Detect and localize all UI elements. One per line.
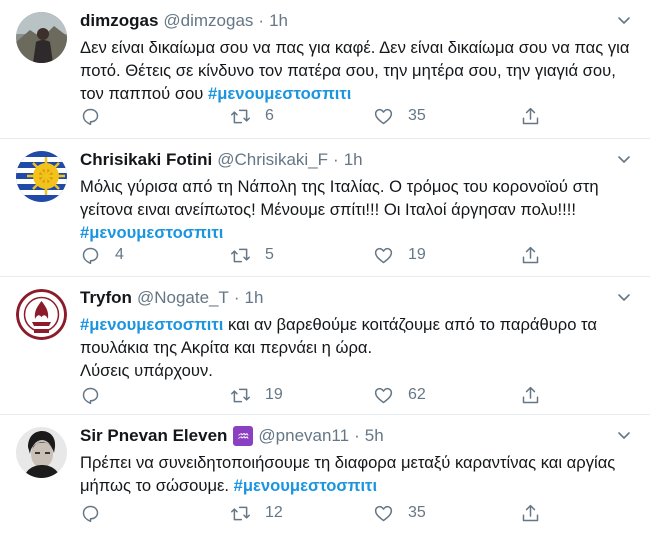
timestamp[interactable]: 1h (245, 288, 264, 308)
hashtag-link[interactable]: #μενουμεστοσπιτι (234, 476, 377, 495)
author-handle[interactable]: @Chrisikaki_F (217, 150, 328, 170)
tweet-actions: 19 62 (80, 383, 634, 407)
retweet-icon (231, 506, 250, 520)
share-button[interactable] (520, 385, 541, 406)
avatar[interactable] (16, 289, 67, 340)
share-button[interactable] (520, 106, 541, 127)
retweet-icon (231, 109, 250, 123)
tweet-text: Πρέπει να συνειδητοποιήσουμε τη διαφορα … (80, 451, 634, 497)
tweet-text: Δεν είναι δικαίωμα σου να πας για καφέ. … (80, 36, 634, 105)
retweet-count: 5 (265, 246, 274, 263)
like-button[interactable]: 19 (373, 245, 426, 266)
aquarius-emoji-icon: ♒ (233, 426, 254, 446)
hashtag-link[interactable]: #μενουμεστοσπιτι (80, 223, 223, 242)
retweet-button[interactable]: 12 (230, 503, 283, 524)
tweet-text-part: Μόλις γύρισα από τη Νάπολη της Ιταλίας. … (80, 177, 599, 219)
retweet-button[interactable]: 19 (230, 385, 283, 406)
share-icon (522, 504, 539, 521)
reply-icon (82, 108, 99, 125)
author-name[interactable]: Tryfon (80, 288, 132, 308)
like-button[interactable]: 35 (373, 106, 426, 127)
retweet-button[interactable]: 5 (230, 245, 274, 266)
timestamp[interactable]: 1h (269, 11, 288, 31)
tweet-text: #μενουμεστοσπιτι και αν βαρεθούμε κοιτάζ… (80, 313, 634, 382)
like-button[interactable]: 35 (373, 503, 426, 524)
share-button[interactable] (520, 245, 541, 266)
tweet-text: Μόλις γύρισα από τη Νάπολη της Ιταλίας. … (80, 175, 634, 244)
separator-dot: · (354, 426, 360, 445)
tweet-actions: 12 35 (80, 501, 634, 525)
like-count: 35 (408, 504, 426, 521)
timestamp[interactable]: 5h (365, 426, 384, 446)
heart-icon (374, 108, 393, 124)
avatar[interactable] (16, 427, 67, 478)
retweet-icon (231, 388, 250, 402)
heart-icon (374, 387, 393, 403)
tweet[interactable]: Chrisikaki Fotini @Chrisikaki_F · 1h Μόλ… (0, 139, 650, 277)
author-name[interactable]: dimzogas (80, 11, 158, 31)
author-name[interactable]: Sir Pnevan Eleven (80, 426, 227, 446)
like-count: 19 (408, 246, 426, 263)
retweet-button[interactable]: 6 (230, 106, 274, 127)
share-icon (522, 246, 539, 263)
tweet-text-part: Δεν είναι δικαίωμα σου να πας για καφέ. … (80, 38, 630, 103)
like-count: 62 (408, 386, 426, 403)
reply-button[interactable] (80, 385, 115, 406)
separator-dot: · (333, 150, 339, 169)
retweet-count: 19 (265, 386, 283, 403)
author-handle[interactable]: @pnevan11 (258, 426, 349, 446)
tweet-actions: 6 35 (80, 104, 634, 128)
tweet[interactable]: Sir Pnevan Eleven ♒ @pnevan11 · 5h Πρέπε… (0, 415, 650, 534)
reply-button[interactable] (80, 106, 115, 127)
tweet-actions: 4 5 19 (80, 243, 634, 267)
retweet-count: 12 (265, 504, 283, 521)
chevron-down-icon[interactable] (616, 289, 632, 305)
chevron-down-icon[interactable] (616, 151, 632, 167)
like-count: 35 (408, 107, 426, 124)
retweet-count: 6 (265, 107, 274, 124)
reply-button[interactable]: 4 (80, 245, 124, 266)
chevron-down-icon[interactable] (616, 427, 632, 443)
avatar[interactable] (16, 12, 67, 63)
hashtag-link[interactable]: #μενουμεστοσπιτι (208, 84, 351, 103)
separator-dot: · (233, 288, 240, 307)
tweet-text-part: Λύσεις υπάρχουν. (80, 361, 213, 380)
author-handle[interactable]: @Nogate_T (137, 288, 229, 308)
separator-dot: · (258, 11, 265, 30)
share-button[interactable] (520, 503, 541, 524)
heart-icon (374, 505, 393, 521)
share-icon (522, 386, 539, 403)
tweet-feed: dimzogas @dimzogas · 1h Δεν είναι δικαίω… (0, 0, 650, 534)
chevron-down-icon[interactable] (616, 12, 632, 28)
reply-icon (82, 247, 99, 264)
reply-button[interactable] (80, 503, 115, 524)
avatar[interactable] (16, 151, 67, 202)
retweet-icon (231, 248, 250, 262)
author-name[interactable]: Chrisikaki Fotini (80, 150, 212, 170)
like-button[interactable]: 62 (373, 385, 426, 406)
tweet[interactable]: dimzogas @dimzogas · 1h Δεν είναι δικαίω… (0, 0, 650, 139)
reply-icon (82, 505, 99, 522)
timestamp[interactable]: 1h (344, 150, 363, 170)
tweet[interactable]: Tryfon @Nogate_T · 1h #μενουμεστοσπιτι κ… (0, 277, 650, 415)
share-icon (522, 107, 539, 124)
heart-icon (374, 247, 393, 263)
reply-count: 4 (115, 246, 124, 263)
hashtag-link[interactable]: #μενουμεστοσπιτι (80, 315, 223, 334)
author-handle[interactable]: @dimzogas (163, 11, 253, 31)
reply-icon (82, 387, 99, 404)
